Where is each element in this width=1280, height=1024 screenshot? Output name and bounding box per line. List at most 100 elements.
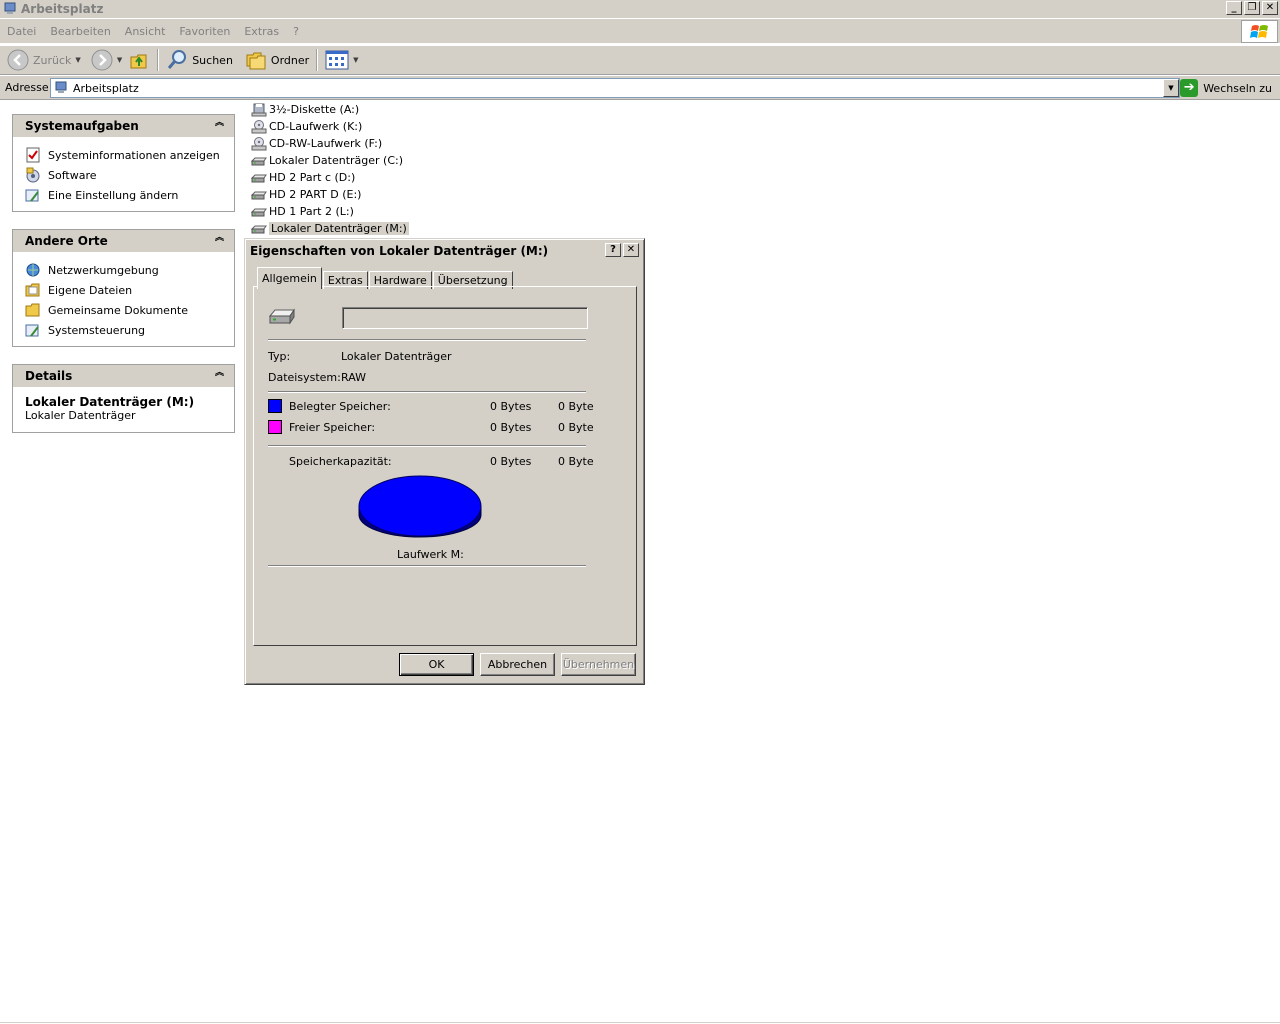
capacity-bytes: 0 Bytes [490,455,532,468]
drive-label: CD-RW-Laufwerk (F:) [269,137,383,150]
folder-icon [25,303,40,317]
drive-item-e[interactable]: HD 2 PART D (E:) [251,186,409,203]
pie-top-used [358,475,482,537]
filesystem-label: Dateisystem: [268,371,341,384]
minimize-button[interactable]: _ [1226,1,1242,15]
views-button[interactable]: ▼ [322,47,361,73]
task-label: Eine Einstellung ändern [48,188,179,202]
place-shared-documents[interactable]: Gemeinsame Dokumente [25,300,234,320]
forward-button[interactable]: ▼ [88,47,125,73]
details-title: Details [25,369,73,383]
place-network[interactable]: Netzwerkumgebung [25,260,234,280]
capacity-label: Speicherkapazität: [289,455,392,468]
up-folder-button[interactable] [125,47,153,73]
go-arrow-icon: ➔ [1180,79,1199,97]
help-button[interactable]: ? [605,243,621,257]
type-label: Typ: [268,350,291,363]
cd-drive-icon [251,136,267,150]
address-input[interactable]: Arbeitsplatz ▼ [50,78,1180,98]
system-tasks-panel: Systemaufgaben ︽ Systeminformationen anz… [12,114,235,212]
place-label: Netzwerkumgebung [48,263,159,277]
system-info-icon [26,147,40,163]
tab-allgemein[interactable]: Allgemein [257,267,322,289]
drive-item-f[interactable]: CD-RW-Laufwerk (F:) [251,135,409,152]
menu-favoriten[interactable]: Favoriten [172,25,237,38]
drive-item-k[interactable]: CD-Laufwerk (K:) [251,118,409,135]
views-dropdown-icon: ▼ [353,56,359,64]
drive-item-a[interactable]: 3½-Diskette (A:) [251,101,409,118]
cancel-button[interactable]: Abbrechen [480,653,555,676]
other-places-title: Andere Orte [25,234,108,248]
status-line [0,1022,1280,1023]
divider [268,565,586,567]
place-control-panel[interactable]: Systemsteuerung [25,320,234,340]
drive-item-c[interactable]: Lokaler Datenträger (C:) [251,152,409,169]
menu-extras[interactable]: Extras [237,25,286,38]
other-places-panel: Andere Orte ︽ Netzwerkumgebung Eigene Da… [12,229,235,347]
menu-bar: Datei Bearbeiten Ansicht Favoriten Extra… [0,19,1280,44]
drive-label: Lokaler Datenträger (C:) [269,154,404,167]
go-label: Wechseln zu [1203,81,1272,95]
ok-button[interactable]: OK [399,653,474,676]
back-dropdown-icon[interactable]: ▼ [75,56,80,64]
folders-label: Ordner [270,53,310,67]
hard-drive-icon [251,208,267,216]
drive-item-d[interactable]: HD 2 Part c (D:) [251,169,409,186]
drive-label: Lokaler Datenträger (M:) [269,222,409,235]
hard-drive-icon [251,174,267,182]
cd-drive-icon [251,119,267,133]
details-header[interactable]: Details ︽ [13,365,234,387]
apply-button[interactable]: Übernehmen [561,653,636,676]
filesystem-value: RAW [341,371,366,384]
my-computer-icon [55,81,67,93]
task-label: Systeminformationen anzeigen [48,148,220,162]
windows-logo-icon [1241,20,1278,43]
drive-label: HD 2 PART D (E:) [269,188,362,201]
details-panel: Details ︽ Lokaler Datenträger (M:) Lokal… [12,364,235,433]
dialog-close-button[interactable]: ✕ [623,243,639,257]
collapse-chevron-icon[interactable]: ︽ [215,234,224,243]
drive-item-m[interactable]: Lokaler Datenträger (M:) [251,220,409,237]
my-computer-icon [4,2,16,14]
drive-label: HD 2 Part c (D:) [269,171,356,184]
details-item-type: Lokaler Datenträger [25,409,136,422]
back-button[interactable]: Zurück ▼ [4,47,84,73]
menu-datei[interactable]: Datei [0,25,43,38]
go-button[interactable]: ➔ Wechseln zu [1180,78,1272,98]
address-value: Arbeitsplatz [73,81,139,95]
collapse-chevron-icon[interactable]: ︽ [215,119,224,128]
volume-label-input[interactable] [342,307,588,329]
free-space-size: 0 Byte [558,421,594,434]
task-change-setting[interactable]: Eine Einstellung ändern [25,185,234,205]
forward-dropdown-icon[interactable]: ▼ [117,56,122,64]
drive-label: HD 1 Part 2 (L:) [269,205,354,218]
restore-button[interactable]: ❐ [1244,1,1260,15]
used-space-bytes: 0 Bytes [490,400,532,413]
folders-button[interactable]: Ordner [242,47,312,73]
toolbar: Zurück ▼ ▼ Suchen Ordner ▼ [0,45,1280,75]
free-space-bytes: 0 Bytes [490,421,532,434]
address-dropdown-button[interactable]: ▼ [1163,79,1179,97]
network-icon [26,263,40,277]
close-button[interactable]: ✕ [1262,1,1278,15]
hard-drive-icon [251,157,267,165]
menu-help[interactable]: ? [286,25,306,38]
task-system-info[interactable]: Systeminformationen anzeigen [25,145,234,165]
dialog-title: Eigenschaften von Lokaler Datenträger (M… [250,244,549,258]
collapse-chevron-icon[interactable]: ︽ [215,369,224,378]
properties-dialog: Eigenschaften von Lokaler Datenträger (M… [244,238,645,685]
system-tasks-header[interactable]: Systemaufgaben ︽ [13,115,234,137]
search-button[interactable]: Suchen [163,47,236,73]
menu-ansicht[interactable]: Ansicht [118,25,173,38]
place-my-documents[interactable]: Eigene Dateien [25,280,234,300]
address-label: Adresse [5,81,49,94]
dialog-title-bar[interactable]: Eigenschaften von Lokaler Datenträger (M… [248,242,641,260]
control-panel-icon [25,324,39,337]
drive-label: CD-Laufwerk (K:) [269,120,363,133]
capacity-size: 0 Byte [558,455,594,468]
drive-item-l[interactable]: HD 1 Part 2 (L:) [251,203,409,220]
other-places-header[interactable]: Andere Orte ︽ [13,230,234,252]
hard-drive-icon [251,191,267,199]
task-software[interactable]: Software [25,165,234,185]
menu-bearbeiten[interactable]: Bearbeiten [43,25,117,38]
